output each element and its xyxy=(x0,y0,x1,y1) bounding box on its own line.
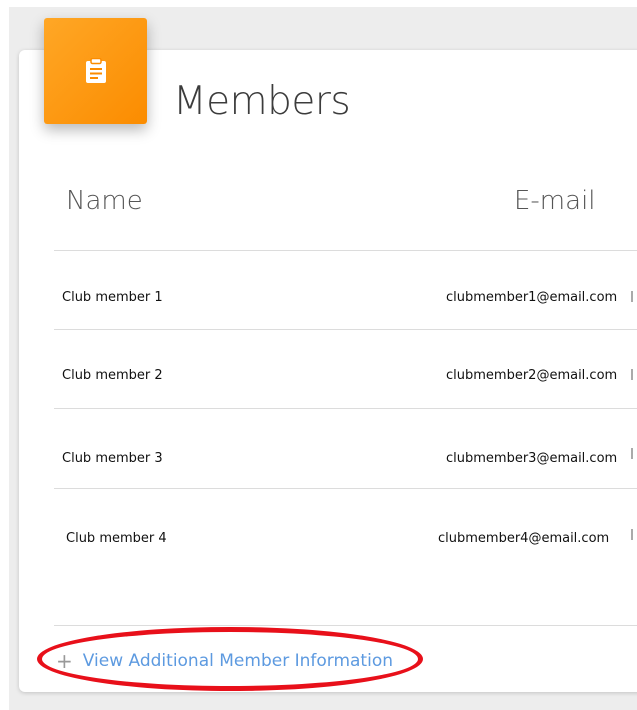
header-divider xyxy=(54,250,637,251)
plus-icon: + xyxy=(56,649,73,673)
card-header-icon-tile xyxy=(44,18,147,124)
view-additional-member-info-label: View Additional Member Information xyxy=(82,651,393,671)
truncated-column-edge xyxy=(631,529,633,540)
column-header-email: E-mail xyxy=(514,186,596,216)
footer-divider xyxy=(54,625,637,626)
clipboard-icon xyxy=(85,58,106,83)
member-email: clubmember4@email.com xyxy=(438,531,610,546)
row-divider xyxy=(54,408,637,409)
row-divider xyxy=(54,488,637,489)
truncated-column-edge xyxy=(631,369,633,380)
row-divider xyxy=(54,329,637,330)
card-title: Members xyxy=(173,79,351,124)
member-email: clubmember3@email.com xyxy=(446,451,618,466)
member-email: clubmember2@email.com xyxy=(446,368,618,383)
view-additional-member-info-link[interactable]: + View Additional Member Information xyxy=(56,651,393,671)
member-name: Club member 3 xyxy=(62,451,163,466)
truncated-column-edge xyxy=(631,291,633,302)
truncated-column-edge xyxy=(631,448,633,459)
member-email: clubmember1@email.com xyxy=(446,290,618,305)
column-header-name: Name xyxy=(66,186,143,216)
member-name: Club member 2 xyxy=(62,368,163,383)
member-name: Club member 1 xyxy=(62,290,163,305)
member-name: Club member 4 xyxy=(66,531,167,546)
